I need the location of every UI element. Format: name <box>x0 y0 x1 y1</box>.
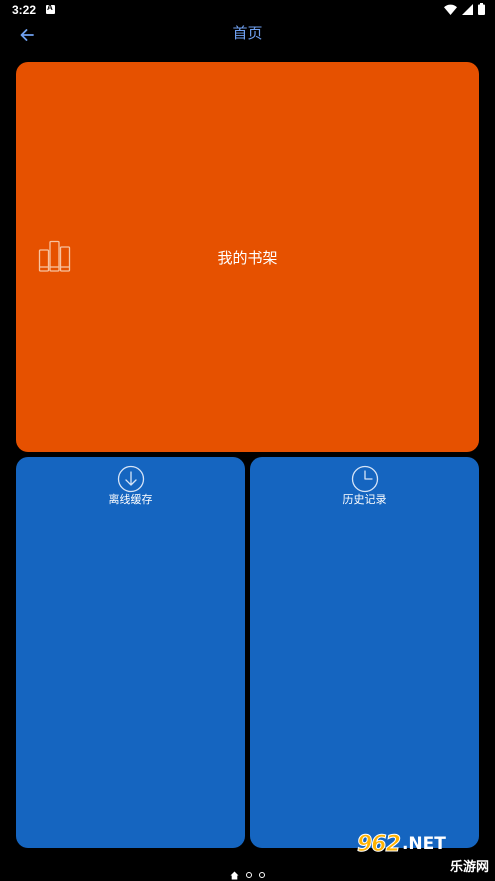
page-title: 首页 <box>232 24 263 42</box>
page-dot[interactable] <box>246 872 252 878</box>
bookshelf-tile[interactable]: 我的书架 <box>16 62 479 452</box>
watermark-logo: 962 .NET 乐游网 <box>357 831 491 875</box>
app-bar: 首页 <box>0 20 495 60</box>
status-bar: 3:22 <box>0 0 495 20</box>
battery-icon <box>478 3 485 15</box>
home-icon[interactable] <box>230 871 239 880</box>
offline-cache-tile[interactable]: 离线缓存 <box>16 457 245 848</box>
notification-a-icon <box>46 3 55 14</box>
wifi-icon <box>444 4 457 15</box>
signal-icon <box>462 3 473 15</box>
clock-icon <box>351 465 378 493</box>
history-label: 历史记录 <box>342 493 387 506</box>
watermark-number: 962 <box>357 831 402 857</box>
bookshelf-label: 我的书架 <box>217 249 278 267</box>
offline-cache-label: 离线缓存 <box>108 493 153 506</box>
page-dot[interactable] <box>259 872 265 878</box>
download-circle-icon <box>117 465 144 493</box>
watermark-domain: .NET <box>401 834 446 854</box>
status-icons <box>444 3 485 15</box>
status-time: 3:22 <box>12 3 37 17</box>
history-tile[interactable]: 历史记录 <box>250 457 479 848</box>
watermark-subtitle: 乐游网 <box>449 860 489 875</box>
app-screen: 3:22 首页 <box>0 0 495 881</box>
